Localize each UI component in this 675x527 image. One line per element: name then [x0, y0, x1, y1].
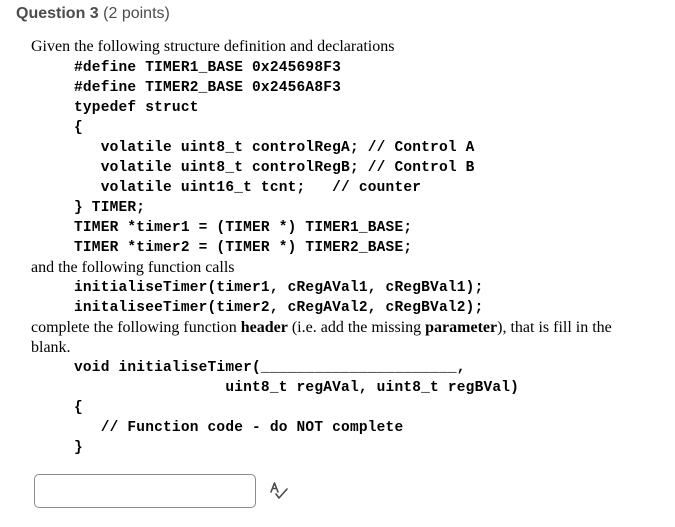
- code-function-params: uint8_t regAVal, uint8_t regBVal): [74, 380, 520, 396]
- instruction-bold-header: header: [240, 319, 288, 336]
- code-timer2-decl: TIMER *timer2 = (TIMER *) TIMER2_BASE;: [74, 240, 413, 256]
- code-member-controlRegA: volatile uint8_t controlRegA; // Control…: [74, 140, 475, 156]
- code-timer1-decl: TIMER *timer1 = (TIMER *) TIMER1_BASE;: [74, 220, 413, 236]
- question-header: Question 3 (2 points): [16, 5, 170, 23]
- code-function-header: void initialiseTimer(___________________…: [74, 360, 466, 376]
- code-function-close-brace: }: [74, 440, 83, 456]
- code-member-controlRegB: volatile uint8_t controlRegB; // Control…: [74, 160, 475, 176]
- question-points: (2 points): [103, 5, 170, 22]
- code-function-comment: // Function code - do NOT complete: [74, 420, 404, 436]
- instruction-bold-parameter: parameter: [425, 319, 498, 336]
- instruction-line2: blank.: [31, 339, 71, 356]
- code-define-timer1: #define TIMER1_BASE 0x245698F3: [74, 60, 342, 76]
- code-typedef: typedef struct: [74, 100, 199, 116]
- code-member-tcnt: volatile uint16_t tcnt; // counter: [74, 180, 422, 196]
- question-title: Question 3: [16, 5, 99, 22]
- instruction-part1: complete the following function: [31, 319, 241, 336]
- instruction-part2: (i.e. add the missing: [287, 319, 426, 336]
- code-call-timer2: initaliseeTimer(timer2, cRegAVal2, cRegB…: [74, 300, 484, 316]
- code-call-timer1: initialiseTimer(timer1, cRegAVal1, cRegB…: [74, 280, 484, 296]
- calls-text: and the following function calls: [31, 259, 235, 276]
- answer-input[interactable]: [34, 474, 256, 508]
- code-close-struct: } TIMER;: [74, 200, 146, 216]
- intro-text: Given the following structure definition…: [31, 38, 395, 55]
- instruction-part3: ), that is fill in the: [497, 319, 612, 336]
- instruction-text: complete the following function header (…: [31, 318, 612, 338]
- code-open-brace: {: [74, 120, 83, 136]
- code-function-open-brace: {: [74, 400, 83, 416]
- spellcheck-icon[interactable]: [268, 480, 290, 502]
- code-define-timer2: #define TIMER2_BASE 0x2456A8F3: [74, 80, 342, 96]
